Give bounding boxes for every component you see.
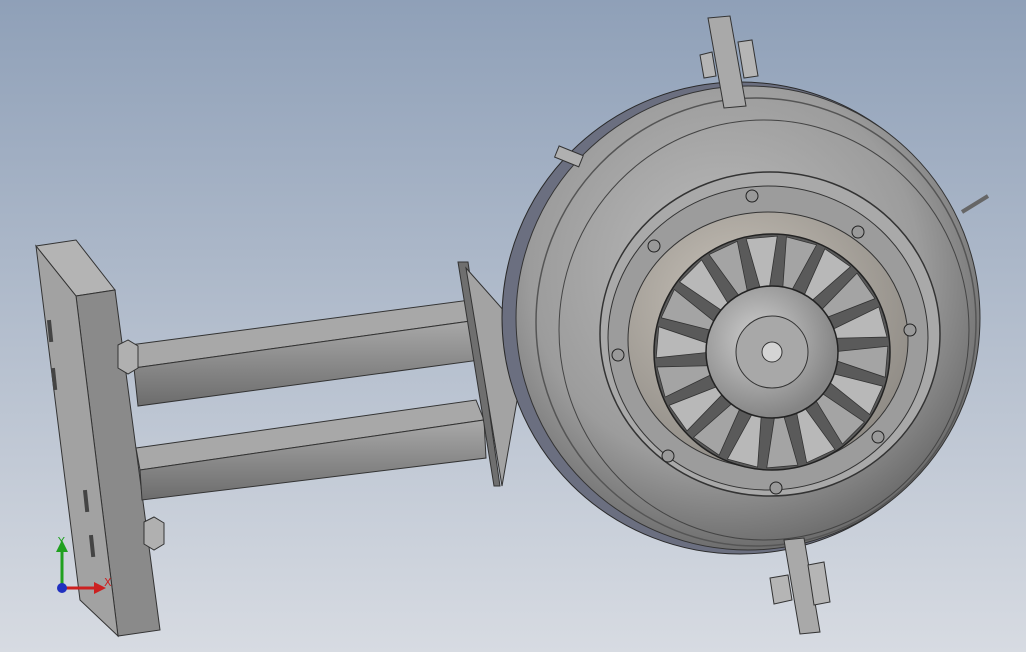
nut-lower: [143, 516, 165, 551]
triad-x-label: X: [104, 576, 112, 589]
triad-y-label: Y: [57, 535, 65, 548]
cad-viewport[interactable]: Y X: [0, 0, 1026, 652]
fan-rotor[interactable]: [653, 233, 891, 471]
model-scene[interactable]: Y X: [0, 0, 1026, 652]
nut-upper: [117, 339, 139, 375]
